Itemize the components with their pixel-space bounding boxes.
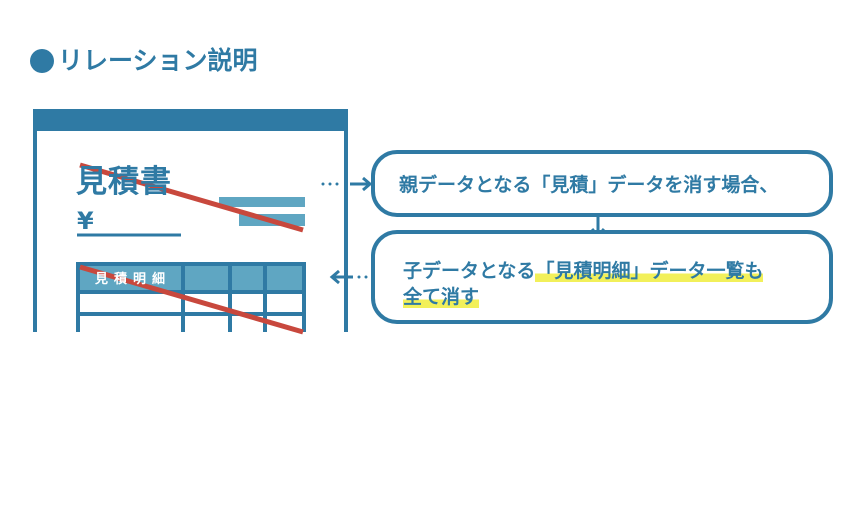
arrow-to-table-icon (329, 269, 375, 285)
child-bubble-text-plain: 子データとなる (403, 260, 536, 282)
child-bubble-text-line2: 全て消す (403, 286, 480, 308)
parent-data-bubble: 親データとなる「見積」データを消す場合、 (371, 150, 833, 217)
price-bar-1 (219, 197, 305, 207)
child-bubble-text-highlight: 「見積明細」データ一覧も (535, 260, 764, 282)
document-top-bar (33, 109, 348, 131)
currency-symbol: ¥ (77, 207, 94, 235)
table-header-label: 見積明細 (95, 272, 172, 287)
document-title: 見積書 (76, 164, 172, 200)
child-data-bubble: 子データとなる「見積明細」データ一覧も 全て消す (371, 230, 833, 324)
parent-bubble-text: 親データとなる「見積」データを消す場合、 (399, 174, 779, 196)
